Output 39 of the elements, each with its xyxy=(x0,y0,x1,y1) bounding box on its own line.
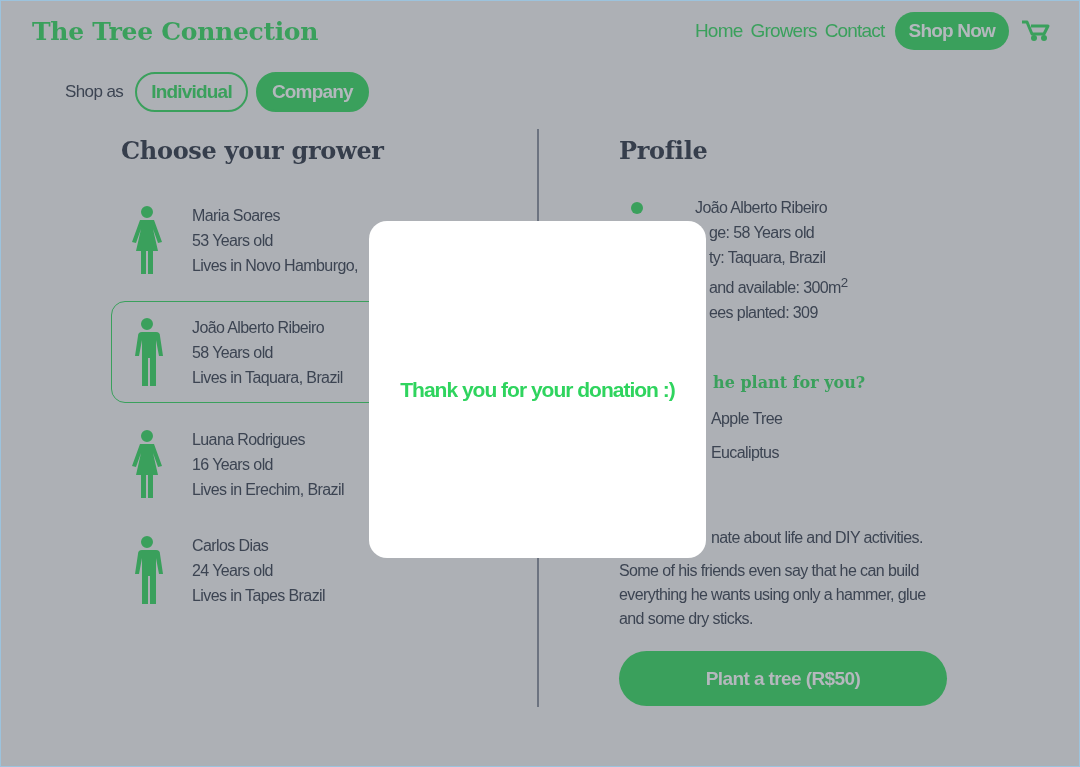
woman-icon xyxy=(130,430,164,498)
profile-detail: ty: Taquara, Brazil xyxy=(708,248,827,268)
grower-card[interactable]: Maria Soares 53 Years old Lives in Novo Hamburgo, xyxy=(111,195,491,285)
nav-link[interactable]: Growers xyxy=(750,20,817,42)
woman-icon xyxy=(130,206,164,274)
section-heading: Choose your grower xyxy=(121,136,385,165)
site-logo[interactable]: The Tree Connection xyxy=(32,16,319,46)
profile-detail: ees planted: 309 xyxy=(708,303,819,324)
plant-tree-button[interactable]: Plant a tree (R$50) xyxy=(619,651,947,707)
plant-option[interactable]: Eucaliptus xyxy=(711,436,779,471)
nav-link[interactable]: Contact xyxy=(824,20,885,42)
nav-link[interactable]: Home xyxy=(694,20,743,42)
grower-location: Lives in Erechim, Brazil xyxy=(192,479,344,500)
grower-name: Luana Rodrigues xyxy=(192,429,306,450)
plant-option[interactable]: Apple Tree xyxy=(711,402,783,437)
grower-age: 58 Years old xyxy=(192,342,274,363)
grower-location: Lives in Novo Hamburgo, xyxy=(192,255,358,276)
shop-now-button[interactable]: Shop Now xyxy=(894,12,1009,50)
profile-name: João Alberto Ribeiro xyxy=(695,198,829,218)
profile-detail: ge: 58 Years old xyxy=(708,223,816,243)
grower-name: Maria Soares xyxy=(192,205,281,226)
grower-location: Lives in Taquara, Brazil xyxy=(192,367,343,388)
bio-text: nate about life and DIY activities. xyxy=(711,528,923,549)
grower-name: João Alberto Ribeiro xyxy=(192,317,326,338)
grower-age: 16 Years old xyxy=(192,454,274,475)
grower-location: Lives in Tapes Brazil xyxy=(192,585,325,606)
cart-icon[interactable] xyxy=(1021,20,1051,42)
grower-card[interactable]: Carlos Dias 24 Years old Lives in Tapes Brazil xyxy=(111,525,491,615)
grower-name: Carlos Dias xyxy=(192,535,270,556)
plants-heading: he plant for you? xyxy=(713,373,866,393)
shop-type-toggle[interactable]: Individual xyxy=(135,72,248,112)
shop-as-label: Shop as xyxy=(65,82,124,102)
shop-type-toggle[interactable]: Company xyxy=(255,72,369,112)
grower-card[interactable]: Luana Rodrigues 16 Years old Lives in Erechim, Brazil xyxy=(111,419,491,509)
section-heading: Profile xyxy=(619,136,708,165)
bio-text: Some of his friends even say that he can build everything he wants using only a hammer, glue and some dry sticks. xyxy=(619,561,927,630)
profile-detail: and available: 300m$^{2}$ xyxy=(708,274,848,299)
grower-age: 24 Years old xyxy=(192,560,274,581)
grower-age: 53 Years old xyxy=(192,230,274,251)
